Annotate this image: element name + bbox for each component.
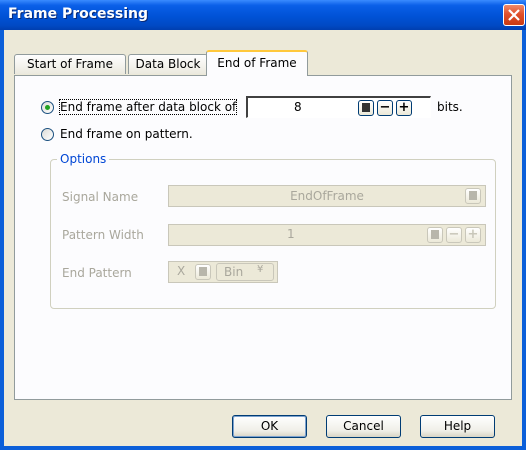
- ok-button[interactable]: OK: [232, 415, 307, 438]
- tab-start-of-frame[interactable]: Start of Frame: [14, 54, 126, 74]
- dialog-client: Start of Frame Data Block End of Frame E…: [4, 30, 522, 446]
- cancel-button[interactable]: Cancel: [326, 415, 401, 438]
- calculator-icon: [431, 230, 439, 239]
- end-pattern-radio[interactable]: [41, 128, 54, 141]
- dialog-window: Frame Processing Start of Frame Data Blo…: [0, 0, 526, 450]
- minus-icon: −: [379, 100, 391, 115]
- window-title: Frame Processing: [8, 6, 149, 22]
- end-pattern-value: X: [177, 264, 186, 278]
- end-pattern-field-label: End Pattern: [62, 266, 132, 280]
- pattern-width-label: Pattern Width: [62, 228, 144, 242]
- close-button[interactable]: [503, 4, 525, 26]
- signal-name-label: Signal Name: [62, 190, 139, 204]
- radio-selected-dot: [45, 105, 50, 110]
- help-button[interactable]: Help: [420, 415, 495, 438]
- calculator-button[interactable]: [358, 100, 374, 116]
- tab-data-block[interactable]: Data Block: [128, 54, 208, 74]
- options-groupbox: Options Signal Name EndOfFrame Pattern W…: [50, 152, 496, 309]
- tab-end-of-frame[interactable]: End of Frame: [206, 50, 308, 76]
- calculator-icon: [199, 267, 207, 276]
- end-pattern-calculator-button[interactable]: [195, 264, 211, 280]
- end-after-radio[interactable]: [41, 101, 54, 114]
- title-bar[interactable]: Frame Processing: [0, 0, 526, 30]
- pattern-calculator-button[interactable]: [427, 227, 443, 243]
- signal-name-value: EndOfFrame: [290, 189, 364, 203]
- decrement-button[interactable]: −: [377, 100, 393, 116]
- plus-icon: +: [467, 227, 479, 242]
- pattern-width-value: 1: [287, 227, 295, 241]
- calculator-icon: [362, 103, 370, 112]
- close-icon: [508, 9, 520, 21]
- end-pattern-label[interactable]: End frame on pattern.: [60, 127, 193, 141]
- double-chevron-down-icon: ¥: [257, 264, 264, 275]
- signal-calculator-button[interactable]: [465, 188, 481, 204]
- bits-unit-label: bits.: [437, 100, 463, 114]
- plus-icon: +: [398, 100, 410, 115]
- increment-button[interactable]: +: [396, 100, 412, 116]
- calculator-icon: [469, 191, 477, 200]
- tab-panel-end-of-frame: End frame after data block of 8 − + bits…: [14, 75, 512, 400]
- bits-value: 8: [294, 100, 302, 114]
- options-title: Options: [57, 152, 110, 166]
- format-dropdown[interactable]: Bin ¥: [216, 263, 274, 281]
- signal-name-input[interactable]: EndOfFrame: [168, 185, 486, 207]
- end-after-label[interactable]: End frame after data block of: [58, 99, 238, 115]
- pattern-decrement-button[interactable]: −: [446, 227, 462, 243]
- format-value: Bin: [224, 265, 244, 279]
- end-pattern-input[interactable]: X Bin ¥: [168, 261, 278, 283]
- pattern-increment-button[interactable]: +: [465, 227, 481, 243]
- minus-icon: −: [448, 227, 460, 242]
